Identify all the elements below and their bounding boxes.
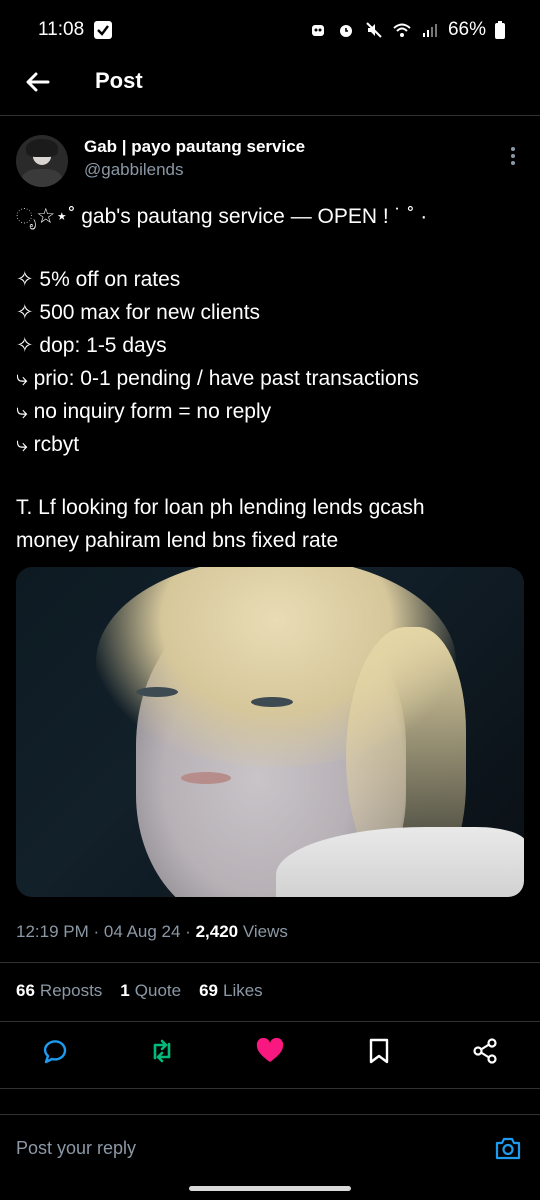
post-meta: 12:19 PM · 04 Aug 24 · 2,420 Views <box>16 922 288 941</box>
home-indicator[interactable] <box>189 1186 351 1191</box>
post-line: ⤷ rcbyt <box>16 433 80 456</box>
actions-divider <box>0 1088 540 1089</box>
post-image[interactable] <box>16 567 524 897</box>
likes-stat[interactable]: 69 Likes <box>199 981 263 1001</box>
views-count: 2,420 <box>195 922 239 941</box>
page-title: Post <box>95 68 143 93</box>
repost-icon[interactable] <box>147 1036 177 1066</box>
post-line: ೃ☆⋆˚ gab's pautang service — OPEN ! ˙ ˚ … <box>16 205 428 228</box>
meta-divider <box>0 962 540 963</box>
author-name[interactable]: Gab | payo pautang service <box>84 137 305 157</box>
app-bar: Post <box>0 60 540 106</box>
post-text: ೃ☆⋆˚ gab's pautang service — OPEN ! ˙ ˚ … <box>16 200 526 557</box>
back-arrow-icon[interactable] <box>22 66 54 98</box>
post-line: ✧ dop: 1-5 days <box>16 334 167 357</box>
more-options-icon[interactable] <box>504 145 522 167</box>
post-line-gap <box>16 461 526 491</box>
post-line: ⤷ no inquiry form = no reply <box>16 400 272 423</box>
post-line: ✧ 500 max for new clients <box>16 301 261 324</box>
wifi-icon <box>393 23 411 37</box>
camera-icon[interactable] <box>494 1134 522 1162</box>
checkbox-notification-icon <box>94 21 113 39</box>
post-time: 12:19 PM <box>16 922 89 941</box>
post-line: ✧ 5% off on rates <box>16 268 181 291</box>
status-time: 11:08 <box>38 19 85 40</box>
author-handle[interactable]: @gabbilends <box>84 160 184 180</box>
post-date: 04 Aug 24 <box>103 922 181 941</box>
reply-bar <box>0 1118 540 1180</box>
post-line: money pahiram lend bns fixed rate <box>16 529 339 552</box>
reply-divider <box>0 1114 540 1115</box>
robot-notification-icon <box>311 25 324 36</box>
post-line: T. Lf looking for loan ph lending lends … <box>16 496 425 519</box>
battery-icon <box>495 21 505 39</box>
header-divider <box>0 115 540 116</box>
reposts-stat[interactable]: 66 Reposts <box>16 981 102 1001</box>
post-line: ⤷ prio: 0-1 pending / have past transact… <box>16 367 419 390</box>
share-icon[interactable] <box>470 1036 500 1066</box>
reply-input[interactable] <box>16 1138 456 1159</box>
signal-icon <box>422 24 437 37</box>
post-stats: 66 Reposts 1 Quote 69 Likes <box>16 981 263 1001</box>
mute-icon <box>366 22 382 38</box>
heart-icon[interactable] <box>255 1036 285 1066</box>
alarm-icon <box>339 25 352 37</box>
comment-icon[interactable] <box>40 1036 70 1066</box>
battery-percent: 66% <box>447 19 486 40</box>
action-bar <box>0 1036 540 1072</box>
bookmark-icon[interactable] <box>364 1036 394 1066</box>
avatar[interactable] <box>16 135 68 187</box>
stats-divider <box>0 1021 540 1022</box>
status-bar: 11:08 66% <box>0 0 540 60</box>
views-label: Views <box>242 922 288 941</box>
post-line-gap <box>16 233 526 263</box>
quotes-stat[interactable]: 1 Quote <box>120 981 181 1001</box>
